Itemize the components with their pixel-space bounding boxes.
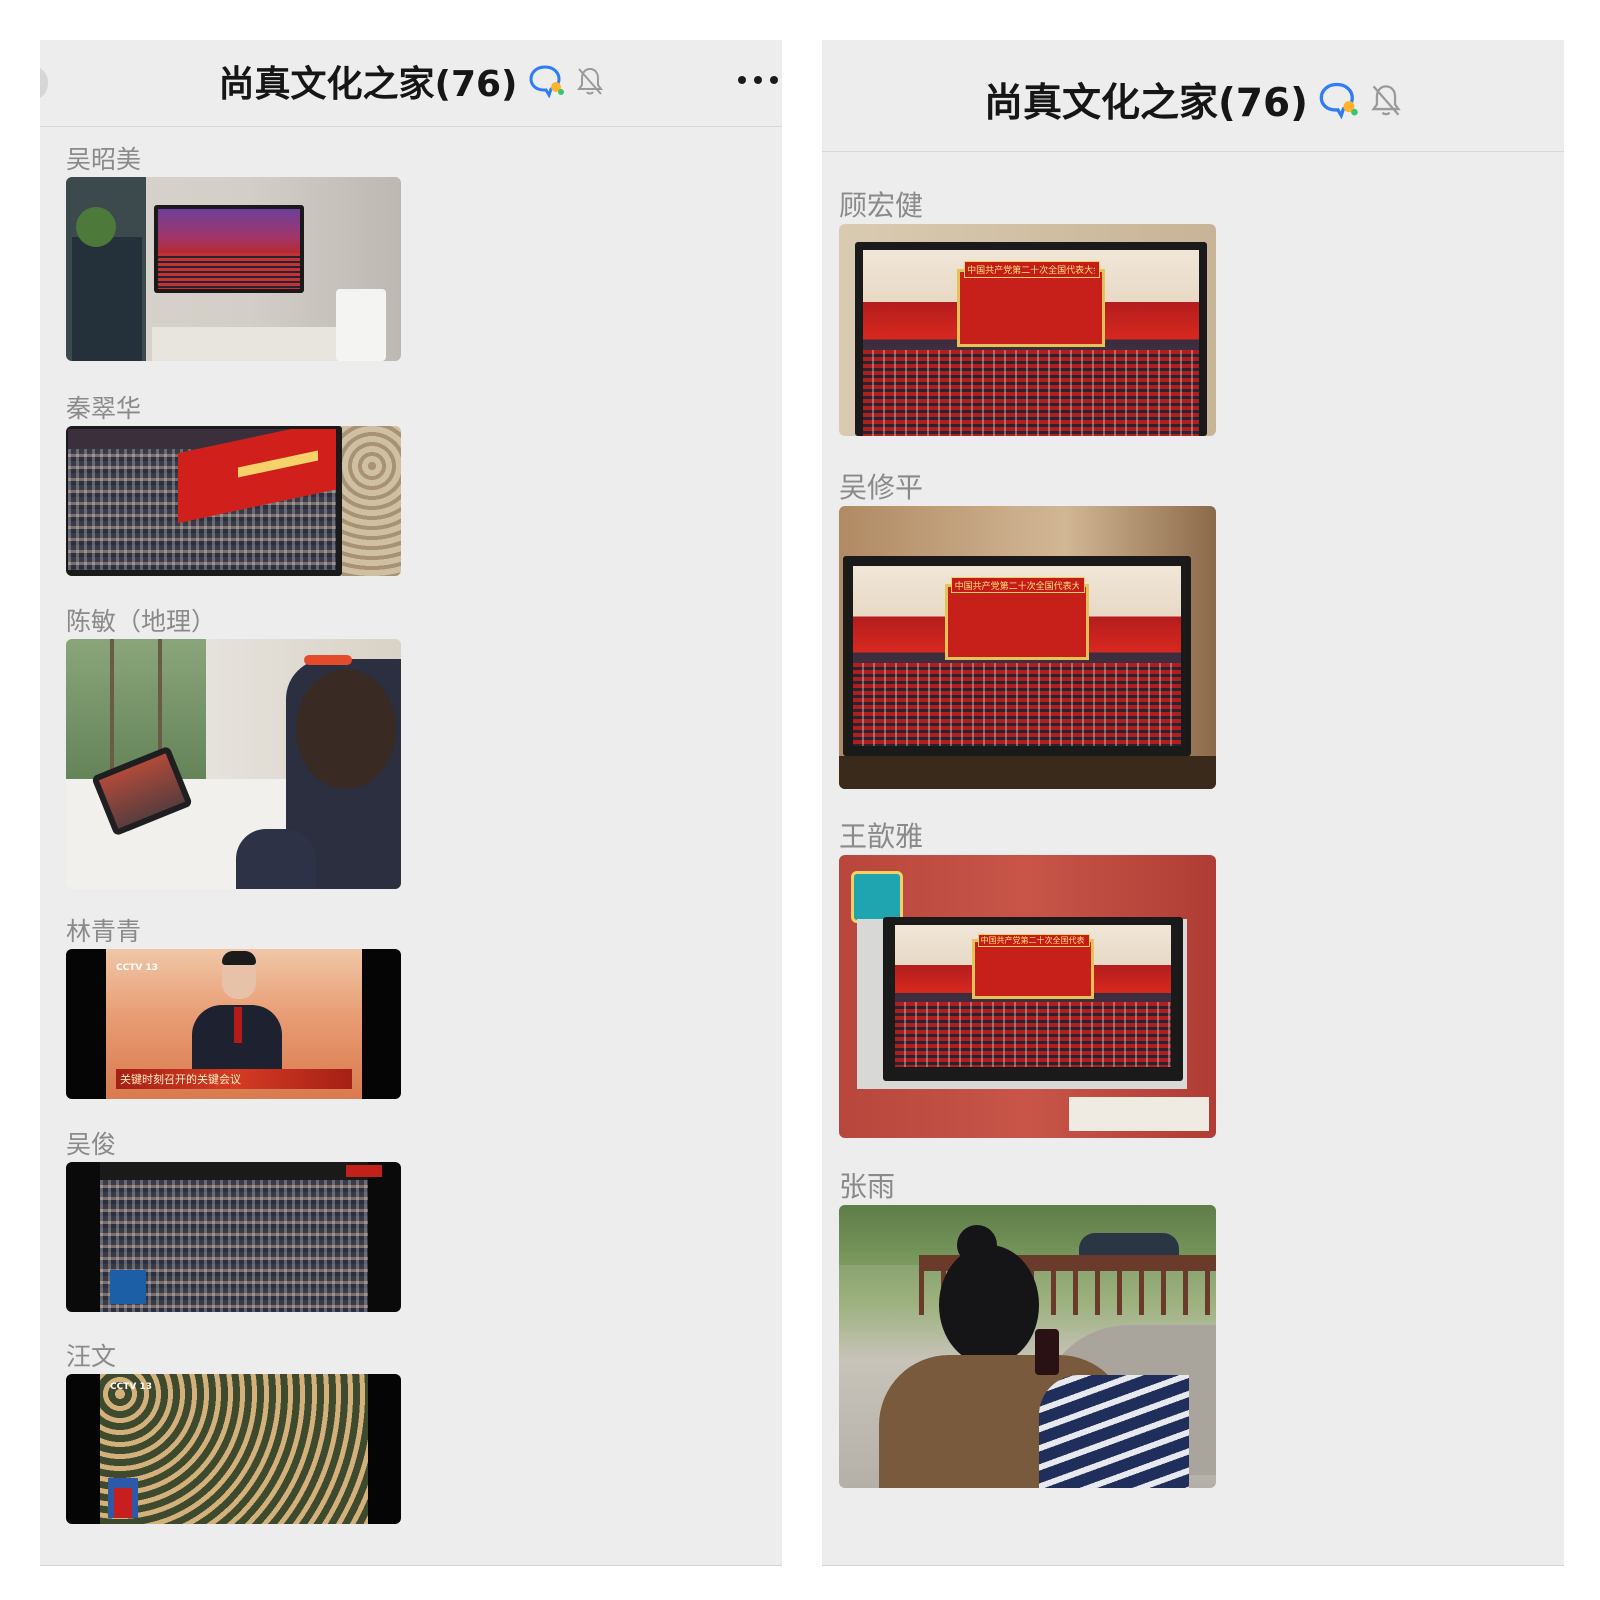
chat-bubble-icon [528, 64, 566, 98]
chat-header: 尚真文化之家(76) [40, 40, 782, 127]
message-photo[interactable] [839, 1205, 1216, 1488]
message-photo[interactable] [66, 177, 401, 361]
chat-header: 尚真文化之家(76) [822, 40, 1564, 152]
photo-banner: 中国共产党第二十次全国代表大会 [980, 935, 1086, 945]
bell-off-icon [576, 66, 604, 96]
message-photo[interactable]: CCTV 13 关键时刻召开的关键会议 [66, 949, 401, 1099]
message-photo[interactable]: CCTV 13 [66, 1374, 401, 1524]
photo-caption: 关键时刻召开的关键会议 [120, 1073, 241, 1086]
sender-name: 吴俊 [66, 1130, 117, 1159]
sender-name: 吴昭美 [66, 145, 142, 174]
message-item: 陈敏（地理） [66, 602, 406, 892]
chat-title: 尚真文化之家(76) [984, 81, 1308, 126]
message-photo[interactable] [66, 1162, 401, 1312]
message-item: 顾宏健 中国共产党第二十次全国代表大会 [839, 184, 1219, 439]
message-item: 汪文 CCTV 13 [66, 1337, 406, 1527]
message-item: 吴昭美 [66, 140, 406, 362]
sender-name: 吴修平 [839, 471, 924, 504]
sender-name: 顾宏健 [839, 189, 924, 222]
more-dots-icon[interactable] [738, 74, 778, 86]
message-item: 吴修平 中国共产党第二十次全国代表大会 [839, 466, 1219, 791]
message-item: 吴俊 [66, 1125, 406, 1315]
cctv-logo: CCTV 13 [116, 963, 158, 973]
sender-name: 秦翠华 [66, 394, 142, 423]
message-item: 张雨 [839, 1165, 1219, 1490]
divider [822, 1565, 1564, 1566]
bell-off-icon [1370, 83, 1402, 117]
divider [40, 1565, 782, 1566]
message-photo[interactable] [66, 426, 401, 576]
sender-name: 陈敏（地理） [66, 607, 217, 636]
chat-title: 尚真文化之家(76) [218, 64, 518, 105]
message-item: 王歆雅 中国共产党第二十次全国代表大会 [839, 815, 1219, 1140]
message-photo[interactable] [66, 639, 401, 889]
title-group: 尚真文化之家(76) [822, 74, 1564, 126]
sender-name: 林青青 [66, 917, 142, 946]
message-photo[interactable]: 中国共产党第二十次全国代表大会 [839, 855, 1216, 1138]
chat-bubble-icon [1318, 81, 1360, 119]
chat-screen-right: 尚真文化之家(76) 顾宏健 中国共产党第二十次全国代表大会 吴修平 中国共产党… [822, 40, 1564, 1566]
sender-name: 王歆雅 [839, 820, 924, 853]
message-item: 林青青 CCTV 13 关键时刻召开的关键会议 [66, 912, 406, 1102]
photo-banner: 中国共产党第二十次全国代表大会 [954, 581, 1080, 592]
chat-screen-left: 尚真文化之家(76) 吴昭美 秦翠华 陈敏（地理） 林青青 CCTV 13 关键… [40, 40, 782, 1566]
message-photo[interactable]: 中国共产党第二十次全国代表大会 [839, 224, 1216, 436]
sender-name: 张雨 [839, 1170, 896, 1203]
photo-banner: 中国共产党第二十次全国代表大会 [967, 266, 1095, 277]
cctv-logo: CCTV 13 [110, 1382, 152, 1392]
message-item: 秦翠华 [66, 389, 406, 579]
sender-name: 汪文 [66, 1342, 117, 1371]
title-group: 尚真文化之家(76) [40, 58, 782, 105]
message-photo[interactable]: 中国共产党第二十次全国代表大会 [839, 506, 1216, 789]
